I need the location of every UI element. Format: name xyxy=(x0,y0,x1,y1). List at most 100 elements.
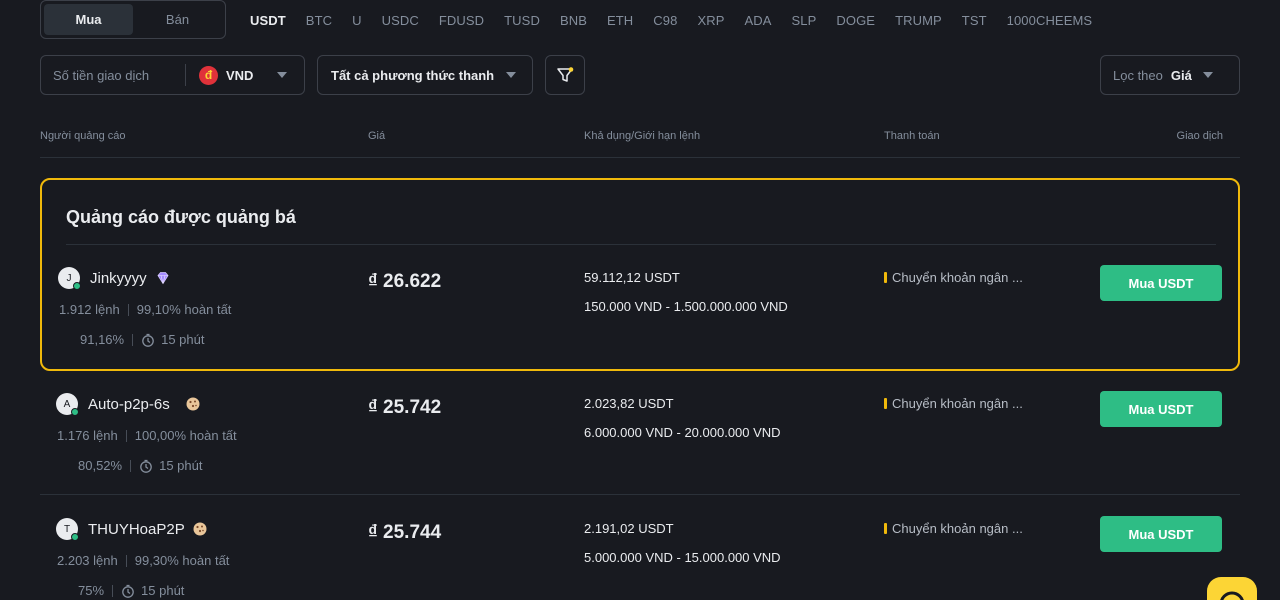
divider xyxy=(132,333,134,346)
filter-button[interactable] xyxy=(545,55,585,95)
advertiser-stats: 1.912 lệnh 99,10% hoàn tất xyxy=(59,302,231,317)
coin-tab-1000cheems[interactable]: 1000CHEEMS xyxy=(1007,13,1093,28)
column-header-trade: Giao dịch xyxy=(1176,130,1223,142)
online-status-icon xyxy=(73,282,81,290)
coin-tab-c98[interactable]: C98 xyxy=(653,13,677,28)
available-amount: 59.112,12 USDT xyxy=(584,270,680,285)
avatar[interactable]: J xyxy=(58,267,81,290)
available-amount: 2.191,02 USDT xyxy=(584,521,674,536)
column-header-payment: Thanh toán xyxy=(884,130,940,142)
positive-rate: 91,16% xyxy=(80,332,125,347)
divider xyxy=(125,554,127,567)
chevron-down-icon xyxy=(506,72,516,78)
sort-value: Giá xyxy=(1170,67,1192,83)
buy-usdt-button[interactable]: Mua USDT xyxy=(1100,265,1222,301)
coin-tab-ada[interactable]: ADA xyxy=(744,13,771,28)
timer-icon xyxy=(142,333,154,347)
payment-method-marker xyxy=(884,398,887,409)
positive-rate: 75% xyxy=(78,583,105,598)
avatar-initial: A xyxy=(63,398,71,410)
amount-placeholder: Số tiền giao dịch xyxy=(53,67,150,83)
order-count: 1.912 lệnh xyxy=(59,302,120,317)
buy-tab[interactable]: Mua xyxy=(44,3,133,35)
advertiser-rating: 80,52% 15 phút xyxy=(78,458,202,473)
payment-method-label: Tất cả phương thức thanh xyxy=(331,67,495,83)
payment-time: 15 phút xyxy=(159,458,203,473)
chat-icon xyxy=(1220,591,1244,600)
coin-tab-u[interactable]: U xyxy=(352,13,362,28)
coin-tab-slp[interactable]: SLP xyxy=(792,13,817,28)
timer-icon xyxy=(140,459,152,473)
avatar[interactable]: T xyxy=(56,518,79,541)
ad-price: ₫ 26.622 xyxy=(368,271,442,292)
buy-usdt-button[interactable]: Mua USDT xyxy=(1100,516,1222,552)
coin-tab-trump[interactable]: TRUMP xyxy=(895,13,942,28)
sort-select[interactable]: Lọc theo Giá xyxy=(1100,55,1240,95)
timer-icon xyxy=(122,584,134,598)
support-chat-button[interactable] xyxy=(1207,577,1257,600)
advertiser-stats: 2.203 lệnh 99,30% hoàn tất xyxy=(57,553,229,568)
filter-row: Số tiền giao dịch đ VND Tất cả phương th… xyxy=(40,55,1240,95)
avatar-initial: T xyxy=(63,523,71,535)
payment-method: Chuyển khoản ngân ... xyxy=(884,521,1023,536)
payment-method-name: Chuyển khoản ngân ... xyxy=(892,270,1023,285)
payment-method: Chuyển khoản ngân ... xyxy=(884,270,1023,285)
payment-method: Chuyển khoản ngân ... xyxy=(884,396,1023,411)
coin-tab-eth[interactable]: ETH xyxy=(607,13,633,28)
promoted-title: Quảng cáo được quảng bá xyxy=(66,207,296,227)
advertiser-name[interactable]: THUYHoaP2P xyxy=(88,521,185,538)
advertiser-rating: 75% 15 phút xyxy=(78,583,184,598)
payment-method-name: Chuyển khoản ngân ... xyxy=(892,521,1023,536)
completion-rate: 99,10% hoàn tất xyxy=(136,302,232,317)
currency-label: VND xyxy=(226,67,254,83)
divider xyxy=(185,64,186,86)
divider xyxy=(125,429,127,442)
positive-rate: 80,52% xyxy=(78,458,123,473)
completion-rate: 99,30% hoàn tất xyxy=(134,553,230,568)
top-row: Mua Bán USDT BTC U USDC FDUSD TUSD BNB E… xyxy=(40,0,1240,40)
coin-tab-usdt[interactable]: USDT xyxy=(250,13,286,28)
cookie-icon xyxy=(193,522,207,536)
chevron-down-icon xyxy=(1202,72,1213,78)
payment-method-select[interactable]: Tất cả phương thức thanh xyxy=(317,55,533,95)
ad-price: ₫ 25.744 xyxy=(368,522,442,543)
advertiser-name[interactable]: Jinkyyyy xyxy=(90,270,147,287)
coin-tab-usdc[interactable]: USDC xyxy=(382,13,419,28)
coin-tab-doge[interactable]: DOGE xyxy=(836,13,875,28)
coin-tab-xrp[interactable]: XRP xyxy=(697,13,724,28)
column-header-available: Khả dụng/Giới hạn lệnh xyxy=(584,130,701,142)
coin-tabs: USDT BTC U USDC FDUSD TUSD BNB ETH C98 X… xyxy=(250,13,1112,28)
column-header-advertiser: Người quảng cáo xyxy=(40,130,126,142)
online-status-icon xyxy=(71,533,79,541)
chevron-down-icon[interactable] xyxy=(277,72,288,78)
divider xyxy=(66,244,1216,245)
advertiser-rating: 91,16% 15 phút xyxy=(80,332,204,347)
completion-rate: 100,00% hoàn tất xyxy=(134,428,237,443)
cookie-icon xyxy=(186,397,200,411)
available-amount: 2.023,82 USDT xyxy=(584,396,674,411)
order-count: 2.203 lệnh xyxy=(57,553,118,568)
coin-tab-tst[interactable]: TST xyxy=(962,13,987,28)
divider xyxy=(40,157,1240,158)
coin-tab-tusd[interactable]: TUSD xyxy=(504,13,540,28)
coin-tab-fdusd[interactable]: FDUSD xyxy=(439,13,484,28)
buy-usdt-button[interactable]: Mua USDT xyxy=(1100,391,1222,427)
advertiser-name[interactable]: Auto-p2p-6s xyxy=(88,396,170,413)
coin-tab-btc[interactable]: BTC xyxy=(306,13,332,28)
order-limit: 5.000.000 VND - 15.000.000 VND xyxy=(584,550,781,565)
sort-label: Lọc theo xyxy=(1113,67,1163,83)
avatar[interactable]: A xyxy=(56,393,79,416)
vnd-currency-icon: đ xyxy=(199,65,218,85)
advertiser-stats: 1.176 lệnh 100,00% hoàn tất xyxy=(57,428,237,443)
amount-input[interactable]: Số tiền giao dịch đ VND xyxy=(40,55,305,95)
coin-tab-bnb[interactable]: BNB xyxy=(560,13,587,28)
payment-method-marker xyxy=(884,523,887,534)
diamond-icon xyxy=(157,272,169,285)
sell-tab[interactable]: Bán xyxy=(133,4,222,35)
divider xyxy=(127,303,129,316)
order-limit: 150.000 VND - 1.500.000.000 VND xyxy=(584,299,788,314)
payment-time: 15 phút xyxy=(141,583,185,598)
divider xyxy=(130,459,132,472)
payment-method-name: Chuyển khoản ngân ... xyxy=(892,396,1023,411)
trade-toggle: Mua Bán xyxy=(40,0,226,39)
